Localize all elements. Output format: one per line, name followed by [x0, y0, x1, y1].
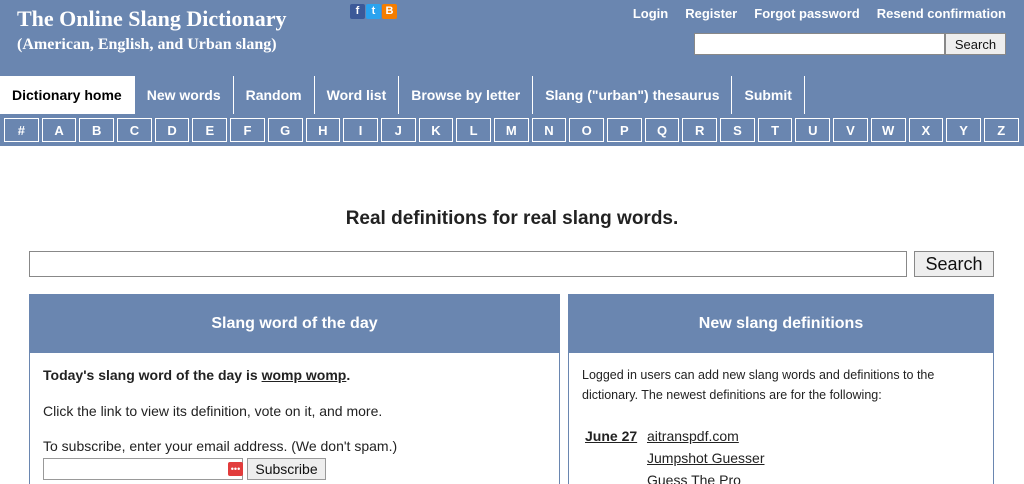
- tab-slang-thesaurus[interactable]: Slang ("urban") thesaurus: [533, 76, 733, 114]
- letter-link[interactable]: V: [833, 118, 868, 142]
- letter-link[interactable]: H: [305, 118, 341, 142]
- word-of-day-intro: Today's slang word of the day is womp wo…: [43, 367, 350, 383]
- forgot-password-link[interactable]: Forgot password: [754, 6, 859, 21]
- letter-link[interactable]: B: [79, 118, 115, 142]
- new-definitions-panel: New slang definitions Logged in users ca…: [568, 294, 994, 484]
- tab-dictionary-home[interactable]: Dictionary home: [0, 76, 135, 114]
- main-search-button[interactable]: Search: [914, 251, 994, 277]
- site-subtitle: (American, English, and Urban slang): [17, 36, 277, 53]
- letter-link[interactable]: #: [4, 118, 39, 142]
- letter-link[interactable]: F: [230, 118, 265, 142]
- letter-bar: # A B C D E F G H I J K L M N O P Q R S …: [4, 118, 1019, 142]
- tab-new-words[interactable]: New words: [135, 76, 234, 114]
- main-search-input[interactable]: [29, 251, 907, 277]
- letter-link[interactable]: A: [41, 118, 77, 142]
- page-tagline: Real definitions for real slang words.: [345, 208, 679, 229]
- letter-link[interactable]: U: [795, 118, 831, 142]
- nav-tabs: Dictionary home New words Random Word li…: [0, 76, 805, 114]
- blogger-icon[interactable]: B: [382, 4, 397, 19]
- new-definition-link[interactable]: Guess The Pro: [647, 472, 741, 484]
- letter-link[interactable]: G: [267, 118, 303, 142]
- facebook-icon[interactable]: f: [350, 4, 365, 19]
- register-link[interactable]: Register: [685, 6, 737, 21]
- definition-date: June 27: [585, 428, 638, 444]
- site-title[interactable]: The Online Slang Dictionary: [17, 6, 287, 32]
- header-search-input[interactable]: [694, 33, 945, 55]
- intro-end: .: [346, 367, 351, 383]
- social-icons: f t B: [350, 4, 397, 19]
- tab-word-list[interactable]: Word list: [315, 76, 400, 114]
- letter-link[interactable]: T: [757, 118, 793, 142]
- letter-link[interactable]: M: [493, 118, 529, 142]
- new-definition-link[interactable]: aitranspdf.com: [647, 428, 739, 444]
- intro-text: Today's slang word of the day is: [43, 367, 262, 383]
- letter-link[interactable]: E: [192, 118, 228, 142]
- letter-link[interactable]: L: [456, 118, 491, 142]
- login-link[interactable]: Login: [633, 6, 668, 21]
- new-definition-link[interactable]: Jumpshot Guesser: [647, 450, 765, 466]
- letter-link[interactable]: O: [569, 118, 604, 142]
- site-header: The Online Slang Dictionary (American, E…: [0, 0, 1024, 146]
- letter-link[interactable]: X: [908, 118, 944, 142]
- panel-heading: New slang definitions: [569, 295, 993, 353]
- letter-link[interactable]: I: [343, 118, 378, 142]
- tab-submit[interactable]: Submit: [732, 76, 805, 114]
- letter-link[interactable]: Z: [983, 118, 1019, 142]
- header-search-button[interactable]: Search: [945, 33, 1006, 55]
- letter-link[interactable]: S: [720, 118, 755, 142]
- letter-link[interactable]: K: [418, 118, 454, 142]
- letter-link[interactable]: P: [607, 118, 642, 142]
- word-of-day-panel: Slang word of the day Today's slang word…: [29, 294, 560, 484]
- letter-link[interactable]: J: [380, 118, 416, 142]
- subscribe-button[interactable]: Subscribe: [247, 458, 326, 480]
- resend-confirmation-link[interactable]: Resend confirmation: [877, 6, 1006, 21]
- letter-link[interactable]: N: [531, 118, 567, 142]
- word-of-day-link[interactable]: womp womp: [262, 367, 347, 383]
- letter-link[interactable]: D: [154, 118, 190, 142]
- new-definitions-description: Logged in users can add new slang words …: [582, 368, 935, 402]
- twitter-icon[interactable]: t: [366, 4, 381, 19]
- password-manager-icon[interactable]: •••: [228, 462, 243, 476]
- tab-random[interactable]: Random: [234, 76, 315, 114]
- subscribe-email-field[interactable]: •••: [43, 458, 243, 480]
- letter-link[interactable]: R: [682, 118, 718, 142]
- account-links: Login Register Forgot password Resend co…: [633, 6, 1006, 21]
- tab-browse-by-letter[interactable]: Browse by letter: [399, 76, 534, 114]
- letter-link[interactable]: Y: [946, 118, 981, 142]
- subscribe-instructions: To subscribe, enter your email address. …: [43, 438, 398, 454]
- word-of-day-description: Click the link to view its definition, v…: [43, 403, 383, 419]
- letter-link[interactable]: C: [117, 118, 152, 142]
- panel-heading: Slang word of the day: [30, 295, 559, 353]
- letter-link[interactable]: Q: [644, 118, 680, 142]
- letter-link[interactable]: W: [870, 118, 906, 142]
